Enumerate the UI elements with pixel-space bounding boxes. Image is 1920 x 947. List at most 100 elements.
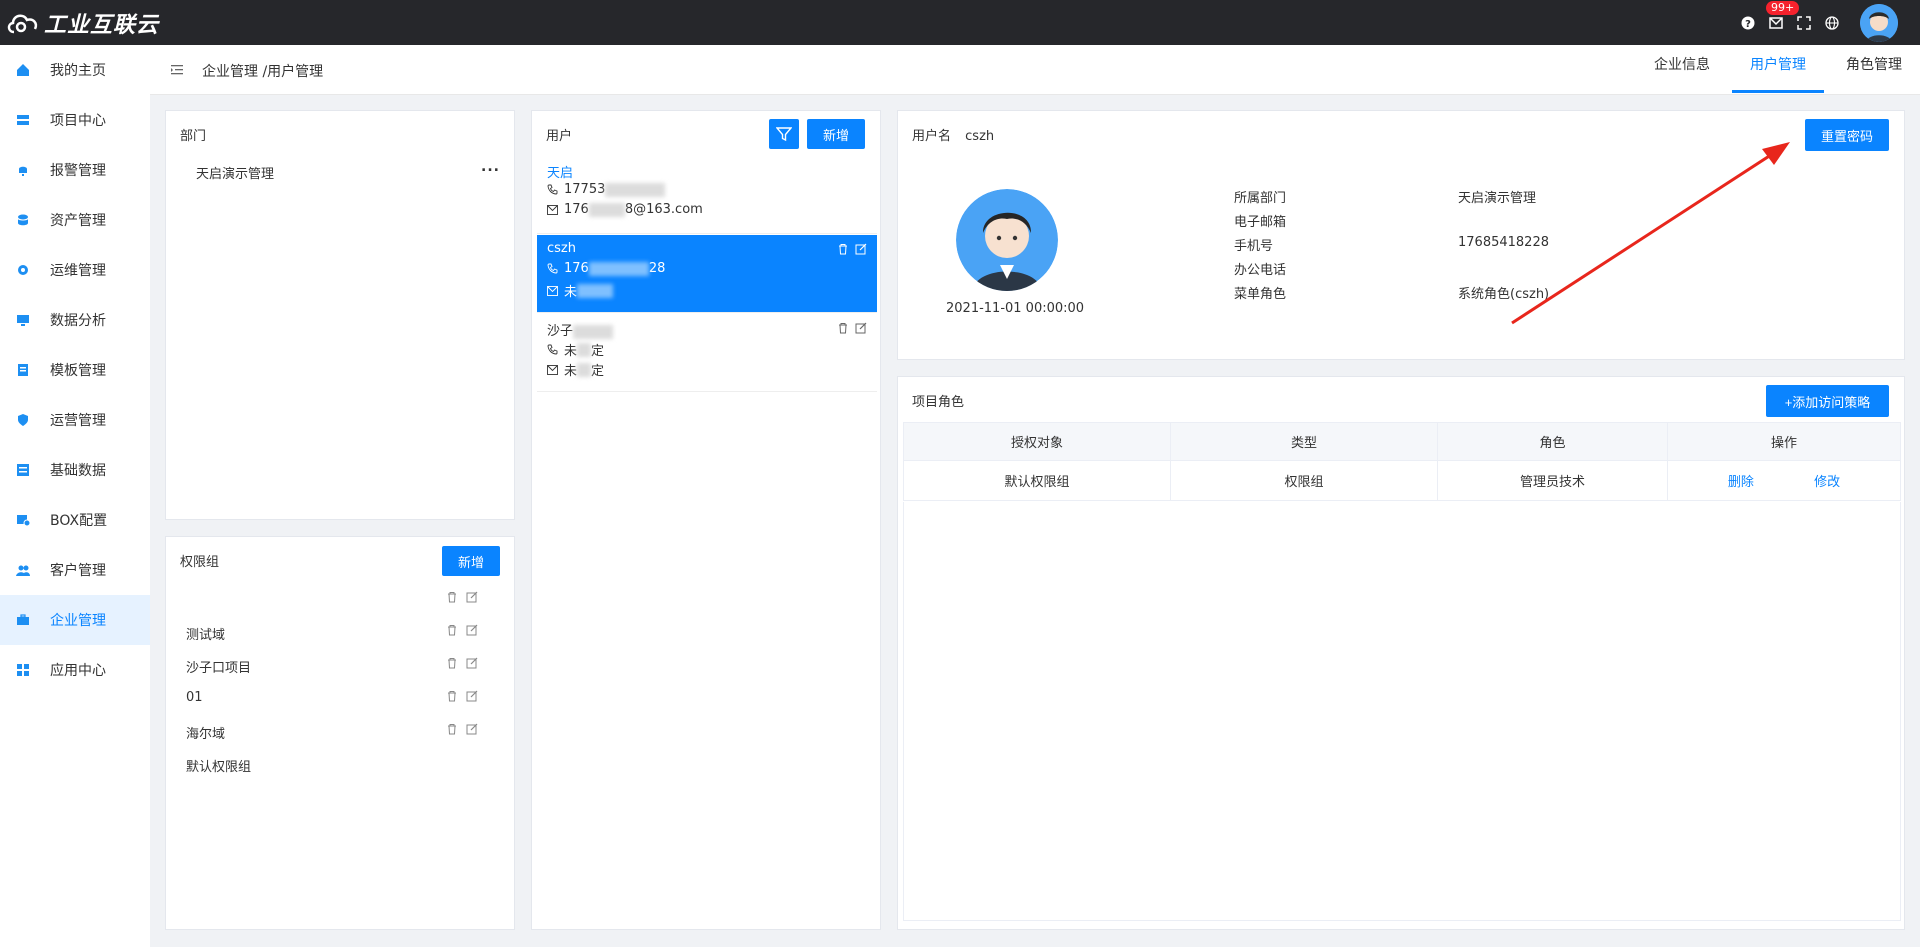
sidebar-item-asset[interactable]: 资产管理 xyxy=(0,195,150,245)
delete-icon[interactable] xyxy=(837,243,849,259)
sidebar-item-alarm[interactable]: 报警管理 xyxy=(0,145,150,195)
panel-title: 部门 xyxy=(180,129,207,144)
cell-role: 管理员技术 xyxy=(1437,460,1668,501)
user-email-suffix: 8@163.com xyxy=(624,202,703,217)
list-item[interactable]: cszh 176 28 未 xyxy=(537,235,877,313)
sidebar-item-project[interactable]: 项目中心 xyxy=(0,95,150,145)
sidebar-item-home[interactable]: 我的主页 xyxy=(0,45,150,95)
user-phone-suffix: 28 xyxy=(648,261,666,276)
list-item[interactable]: 天启 17753 176 8@163.com xyxy=(537,156,877,234)
user-email: 176 xyxy=(564,202,589,217)
home-icon xyxy=(16,63,30,77)
list-item[interactable]: 沙子 未定 未定 xyxy=(537,314,877,392)
list-item[interactable]: 01 xyxy=(186,690,203,705)
sidebar-item-ops[interactable]: 运维管理 xyxy=(0,245,150,295)
cell-actions: 删除 修改 xyxy=(1667,460,1901,501)
user-phone: 未 xyxy=(564,344,578,359)
project-icon xyxy=(16,113,30,127)
tab-user-management[interactable]: 用户管理 xyxy=(1732,45,1824,93)
user-phone: 17753 xyxy=(564,182,606,197)
permission-group-panel: 权限组 新增 测试域 沙子口项目 01 海尔域 默认权限组 xyxy=(165,536,515,930)
edit-icon[interactable] xyxy=(855,243,867,259)
app-logo[interactable]: 工业互联云 xyxy=(6,8,159,38)
list-item[interactable]: 海尔域 xyxy=(186,723,225,742)
reset-password-button[interactable]: 重置密码 xyxy=(1805,119,1889,151)
sidebar-item-label: 项目中心 xyxy=(50,113,106,129)
header-bar: 企业管理 /用户管理 企业信息 用户管理 角色管理 xyxy=(150,45,1920,95)
sidebar-item-label: 报警管理 xyxy=(50,163,106,179)
info-label-department: 所属部门 xyxy=(1234,191,1287,206)
sidebar-item-apps[interactable]: 应用中心 xyxy=(0,645,150,695)
more-icon[interactable]: ... xyxy=(481,159,500,175)
shield-icon xyxy=(16,413,30,427)
mail-icon xyxy=(547,285,558,296)
phone-icon xyxy=(547,184,558,195)
annotation-arrow xyxy=(1511,142,1790,325)
edit-icon[interactable] xyxy=(466,723,478,739)
panel-title: 项目角色 xyxy=(912,395,965,410)
help-icon[interactable]: ? xyxy=(1740,15,1756,31)
list-item[interactable]: 默认权限组 xyxy=(186,756,251,775)
users-icon xyxy=(16,563,30,577)
add-user-button[interactable]: 新增 xyxy=(807,119,865,149)
sidebar-item-analysis[interactable]: 数据分析 xyxy=(0,295,150,345)
sidebar-item-operation[interactable]: 运营管理 xyxy=(0,395,150,445)
delete-link[interactable]: 删除 xyxy=(1728,475,1754,490)
edit-icon[interactable] xyxy=(466,624,478,640)
user-name: 沙子 xyxy=(547,320,614,339)
table-row: 默认权限组 权限组 管理员技术 删除 修改 xyxy=(903,460,1901,501)
logo-text: 工业互联云 xyxy=(44,12,160,37)
user-phone-suffix: 定 xyxy=(591,344,605,359)
delete-icon[interactable] xyxy=(446,657,458,673)
user-avatar-large xyxy=(956,189,1058,291)
sidebar-item-template[interactable]: 模板管理 xyxy=(0,345,150,395)
tab-role-management[interactable]: 角色管理 xyxy=(1828,45,1920,93)
filter-button[interactable] xyxy=(769,119,799,149)
edit-icon[interactable] xyxy=(466,657,478,673)
delete-icon[interactable] xyxy=(446,591,458,607)
mail-icon xyxy=(547,364,558,375)
delete-icon[interactable] xyxy=(837,322,849,338)
cloud-logo-icon xyxy=(7,14,38,34)
add-permission-group-button[interactable]: 新增 xyxy=(442,546,500,576)
edit-link[interactable]: 修改 xyxy=(1814,475,1840,490)
list-item[interactable]: 沙子口项目 xyxy=(186,657,251,676)
sidebar-item-enterprise[interactable]: 企业管理 xyxy=(0,595,150,645)
username-value: cszh xyxy=(965,129,995,144)
user-name: 天启 xyxy=(547,166,574,181)
sidebar-item-customer[interactable]: 客户管理 xyxy=(0,545,150,595)
delete-icon[interactable] xyxy=(446,690,458,706)
database-icon xyxy=(16,463,30,477)
table-body-area xyxy=(903,502,1901,921)
phone-icon xyxy=(547,344,558,355)
delete-icon[interactable] xyxy=(446,624,458,640)
info-label-menu-role: 菜单角色 xyxy=(1234,287,1287,302)
fullscreen-icon[interactable] xyxy=(1796,15,1812,31)
gear-icon xyxy=(16,263,30,277)
user-email: 未 xyxy=(564,285,578,300)
edit-icon[interactable] xyxy=(466,591,478,607)
monitor-icon xyxy=(16,313,30,327)
sidebar-item-basedata[interactable]: 基础数据 xyxy=(0,445,150,495)
list-item[interactable]: 测试域 xyxy=(186,624,225,643)
department-item[interactable]: 天启演示管理 xyxy=(196,163,274,182)
user-phone: 176 xyxy=(564,261,589,276)
info-label-phone: 手机号 xyxy=(1234,239,1274,254)
user-avatar[interactable] xyxy=(1860,3,1898,42)
add-access-policy-button[interactable]: +添加访问策略 xyxy=(1766,385,1889,417)
apps-icon xyxy=(16,663,30,677)
panel-title: 权限组 xyxy=(180,555,220,570)
sidebar-item-label: BOX配置 xyxy=(50,513,108,529)
username-label: 用户名 xyxy=(912,129,952,144)
tab-enterprise-info[interactable]: 企业信息 xyxy=(1636,45,1728,93)
delete-icon[interactable] xyxy=(446,723,458,739)
sidebar-item-label: 客户管理 xyxy=(50,563,106,579)
menu-fold-icon[interactable] xyxy=(170,63,184,77)
globe-icon[interactable] xyxy=(1824,15,1840,31)
mail-icon[interactable]: 99+ xyxy=(1766,0,1800,31)
user-email: 未 xyxy=(564,364,578,379)
info-label-office-phone: 办公电话 xyxy=(1234,263,1287,278)
edit-icon[interactable] xyxy=(855,322,867,338)
edit-icon[interactable] xyxy=(466,690,478,706)
sidebar-item-box[interactable]: BOX配置 xyxy=(0,495,150,545)
